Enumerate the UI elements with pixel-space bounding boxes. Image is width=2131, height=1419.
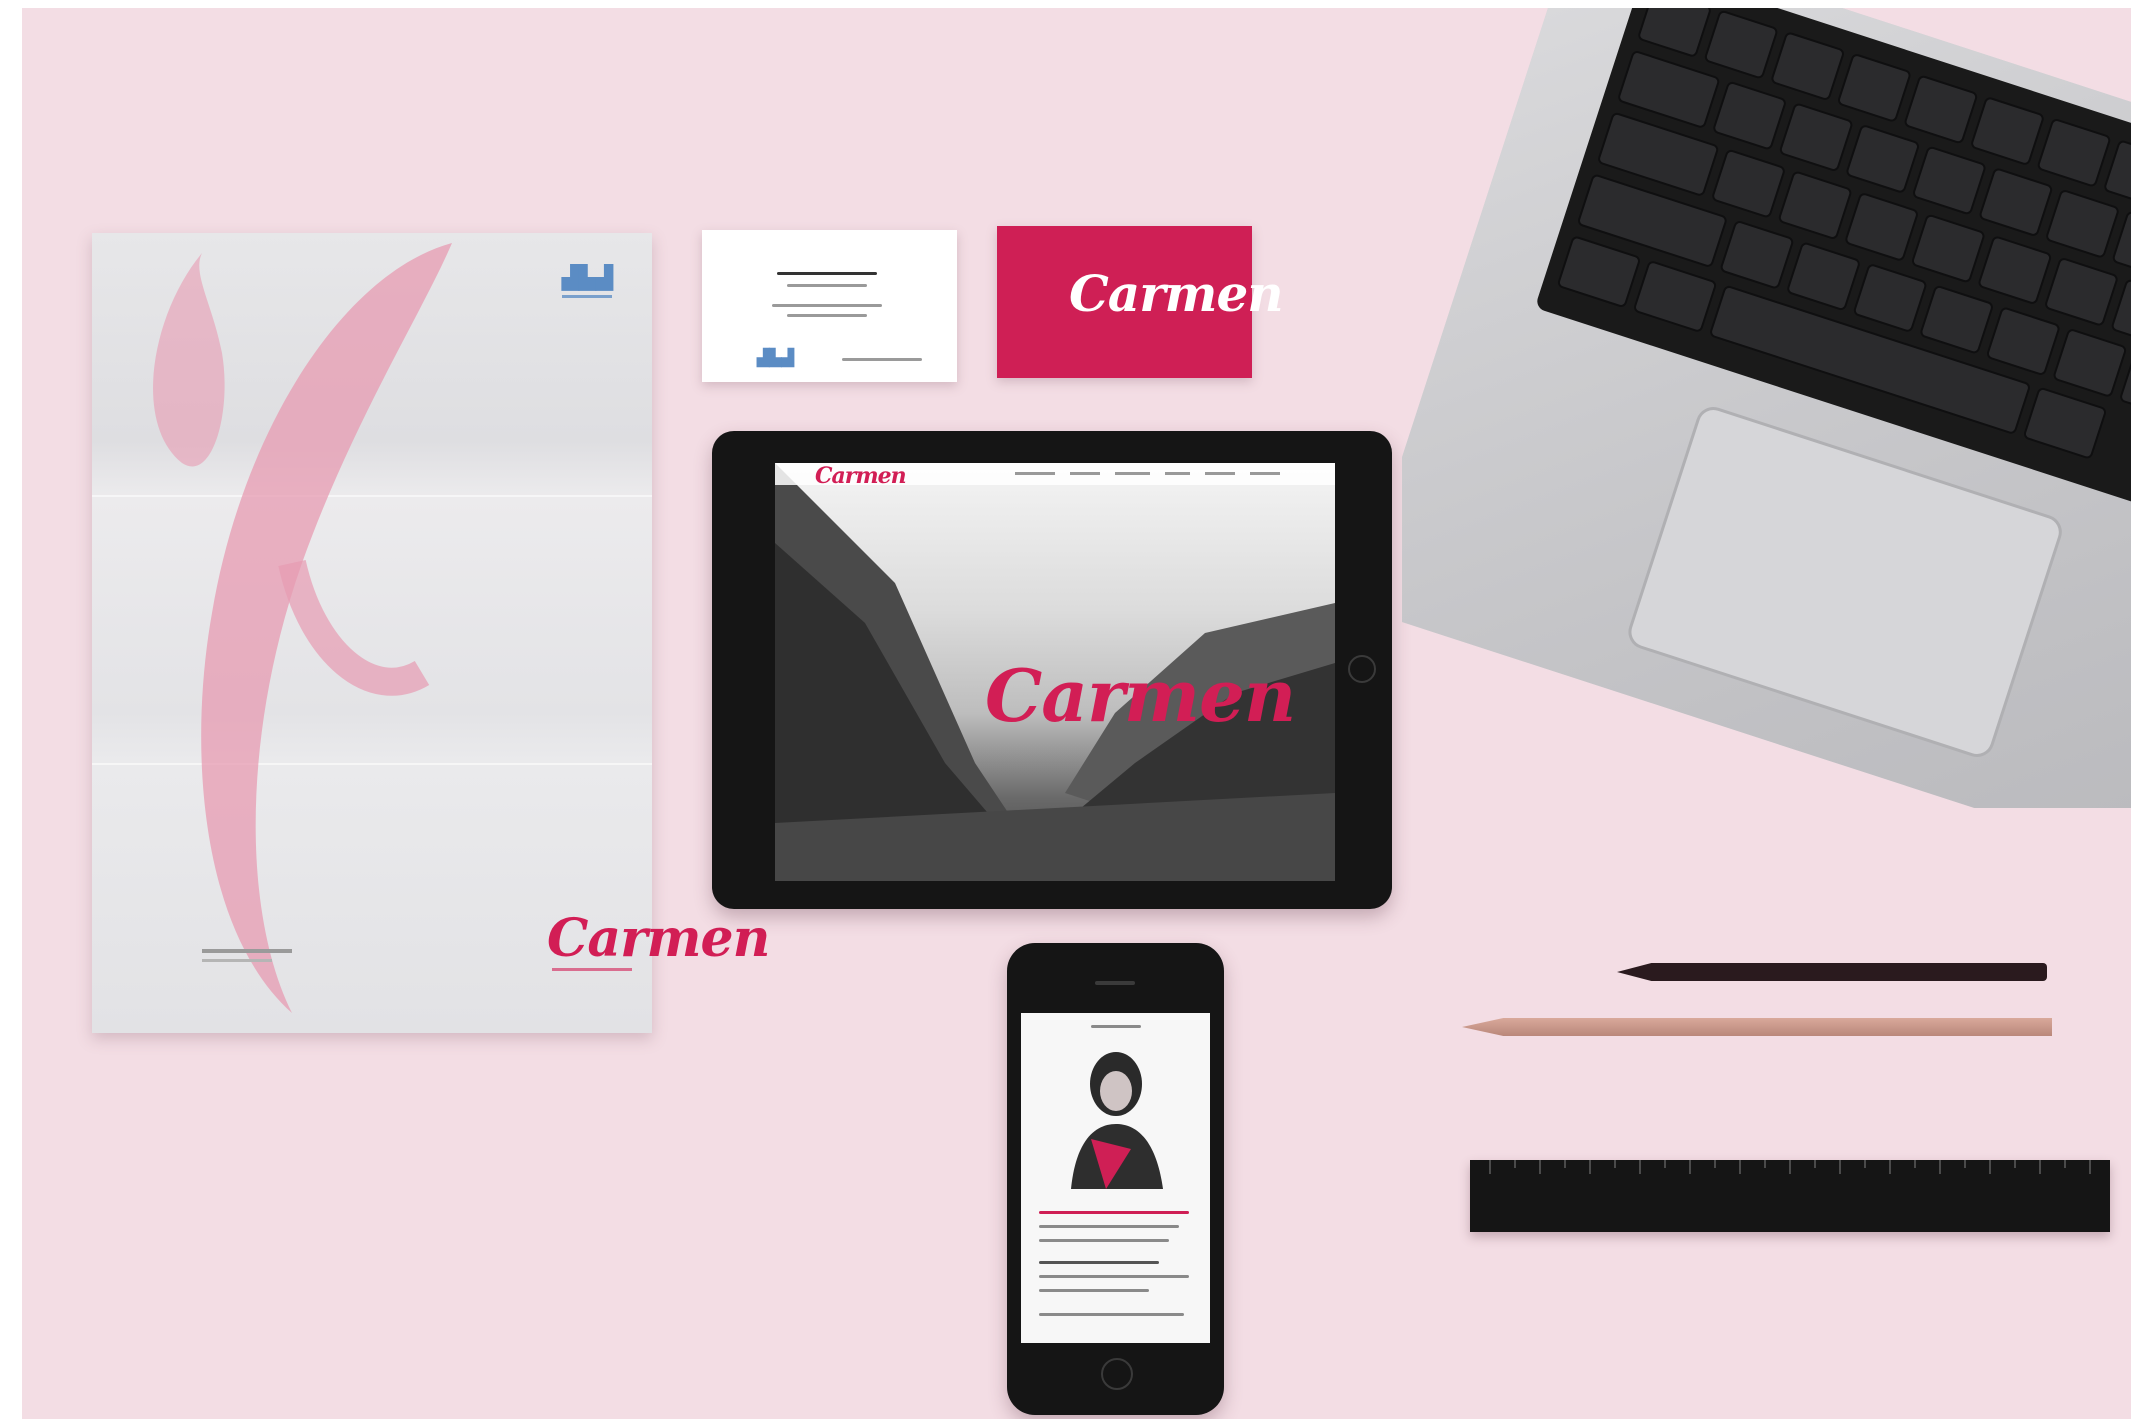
ruler <box>1470 1160 2110 1232</box>
phone-text-line <box>1039 1211 1189 1214</box>
footer-text-line <box>202 959 272 962</box>
card-text-line <box>772 304 882 307</box>
logo-tagline-line <box>552 968 632 971</box>
footer-text-line <box>202 949 292 953</box>
ruler-ticks <box>1489 1160 2091 1174</box>
profile-photo <box>1071 1052 1163 1189</box>
phone-speaker <box>1095 981 1135 985</box>
phone-device <box>1007 943 1224 1415</box>
business-card-back: Carmen <box>997 226 1284 378</box>
nav-link[interactable] <box>1205 472 1235 475</box>
home-button[interactable] <box>1101 1358 1133 1390</box>
tablet-device: Carmen Carmen <box>712 431 1392 909</box>
carmen-logo: Carmen <box>547 908 770 969</box>
phone-text-line <box>1039 1239 1169 1242</box>
phone-text-line <box>1039 1275 1189 1278</box>
phone-header-text <box>1091 1025 1141 1028</box>
card-blue-logo: ▟▙▟ <box>757 350 794 367</box>
nav-logo[interactable]: Carmen <box>815 463 907 489</box>
small-blue-logo: ▟▙▟ <box>562 265 613 290</box>
card-text-line <box>787 284 867 287</box>
phone-text-line <box>1039 1225 1179 1228</box>
letterhead-sheet: ▟▙▟ Carmen <box>92 233 770 1033</box>
phone-screen <box>1021 1013 1210 1343</box>
nav-link[interactable] <box>1070 472 1100 475</box>
laptop-device <box>1402 8 2131 808</box>
carmen-logo: Carmen <box>1069 264 1284 323</box>
pencil <box>1462 1018 2052 1036</box>
nav-link[interactable] <box>1115 472 1150 475</box>
card-text-line <box>842 358 922 361</box>
business-card-front: ▟▙▟ <box>702 230 957 382</box>
mockup-scene: ▟▙▟ Carmen ▟▙▟ Carmen Carmen Carmen <box>22 8 2131 1419</box>
card-name-line <box>777 272 877 275</box>
nav-link[interactable] <box>1250 472 1280 475</box>
card-text-line <box>787 314 867 317</box>
tablet-screen: Carmen Carmen <box>775 463 1335 881</box>
phone-text-line <box>1039 1313 1184 1316</box>
nav-link[interactable] <box>1015 472 1055 475</box>
black-pen <box>1617 963 2047 981</box>
home-button[interactable] <box>1348 655 1376 683</box>
phone-text-line <box>1039 1261 1159 1264</box>
logo-underline <box>562 295 612 298</box>
hero-logo: Carmen <box>985 653 1296 738</box>
nav-link[interactable] <box>1165 472 1190 475</box>
phone-text-line <box>1039 1289 1149 1292</box>
